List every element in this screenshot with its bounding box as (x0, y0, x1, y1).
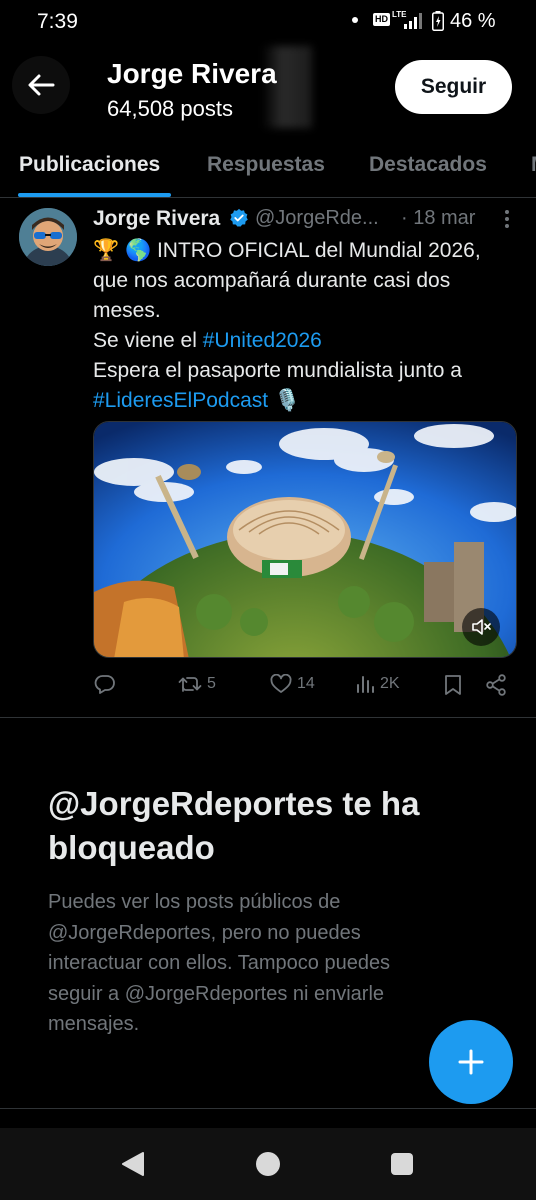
like-button[interactable]: 14 (270, 674, 315, 694)
views-count: 2K (380, 675, 400, 692)
blocked-notice-body: Puedes ver los posts públicos de @JorgeR… (48, 887, 488, 1040)
divider (0, 717, 536, 718)
volume-muted-icon (472, 619, 491, 635)
post-author-name[interactable]: Jorge Rivera (93, 207, 220, 231)
status-time: 7:39 (37, 10, 78, 33)
post-text-line: Espera el pasaporte mundialista junto a (93, 359, 462, 382)
post-date[interactable]: · 18 mar (401, 207, 475, 230)
post-text-line: 🏆 🌎 INTRO OFICIAL del Mundial 2026, (93, 239, 481, 262)
status-bar: 7:39 HD LTE 46 % (0, 0, 536, 44)
reply-button[interactable] (94, 674, 121, 694)
profile-name-title: Jorge Rivera (107, 58, 277, 89)
tab-destacados[interactable]: Destacados (369, 153, 487, 177)
profile-header: Jorge Rivera 64,508 posts Seguir (0, 44, 536, 136)
nav-back-triangle-icon[interactable] (121, 1151, 147, 1177)
nav-recents-square-icon[interactable] (391, 1153, 413, 1175)
follow-button[interactable]: Seguir (395, 60, 512, 114)
post-text-line: meses. (93, 299, 161, 322)
active-tab-indicator (18, 193, 171, 197)
share-icon[interactable] (485, 674, 507, 696)
post-count: 64,508 posts (107, 96, 233, 121)
views-button[interactable]: 2K (355, 674, 400, 694)
repost-count: 5 (207, 675, 216, 692)
system-navigation-bar (0, 1128, 536, 1200)
more-options-icon[interactable] (500, 208, 514, 230)
notification-dot-icon (352, 17, 358, 23)
blocked-body-line: @JorgeRdeportes, pero no puedes (48, 921, 361, 944)
blocked-title-line: @JorgeRdeportes te ha (48, 785, 420, 822)
blocked-body-line: seguir a @JorgeRdeportes ni enviarle (48, 982, 385, 1005)
blocked-notice-title: @JorgeRdeportes te ha bloqueado (48, 782, 508, 870)
post-actions: 5 14 2K (0, 672, 536, 700)
repost-button[interactable]: 5 (178, 674, 216, 694)
post-text: 🏆 🌎 INTRO OFICIAL del Mundial 2026, que … (93, 236, 523, 416)
tab-publicaciones[interactable]: Publicaciones (19, 153, 160, 177)
post-author-handle[interactable]: @JorgeRde... (255, 207, 379, 230)
repost-icon (178, 677, 202, 692)
blocked-body-line: Puedes ver los posts públicos de (48, 891, 341, 913)
post-text-fragment: Se viene el (93, 329, 203, 352)
signal-strength-icon (404, 13, 422, 29)
arrow-left-icon (28, 74, 55, 96)
compose-post-button[interactable] (429, 1020, 513, 1104)
reply-icon (94, 675, 115, 694)
heart-icon (270, 674, 292, 693)
back-button[interactable] (12, 56, 70, 114)
battery-percent: 46 % (450, 10, 496, 32)
like-count: 14 (297, 675, 315, 692)
profile-tabs: Publicaciones Respuestas Destacados M (0, 136, 536, 198)
avatar-image (19, 208, 77, 266)
avatar[interactable] (19, 208, 77, 266)
post-text-line: #LideresElPodcast 🎙️ (93, 386, 523, 416)
hd-voice-badge: HD (373, 13, 390, 26)
post-video[interactable] (93, 421, 517, 658)
post-text-line: Se viene el #United2026 (93, 326, 523, 356)
battery-icon (432, 11, 444, 31)
post-text-line: que nos acompañará durante casi dos (93, 269, 451, 292)
mute-toggle-button[interactable] (462, 608, 500, 646)
video-thumbnail (94, 422, 516, 657)
verified-badge-icon (230, 208, 248, 227)
blocked-title-line: bloqueado (48, 829, 215, 866)
blocked-body-line: interactuar con ellos. Tampoco puedes (48, 952, 391, 974)
plus-icon (458, 1049, 484, 1075)
divider (0, 1108, 536, 1109)
tab-respuestas[interactable]: Respuestas (207, 153, 325, 177)
tab-overflow[interactable]: M (531, 153, 536, 177)
hashtag-link[interactable]: #United2026 (203, 329, 322, 352)
nav-home-circle-icon[interactable] (256, 1152, 280, 1176)
microphone-emoji: 🎙️ (273, 389, 301, 412)
blocked-body-line: mensajes. (48, 1013, 140, 1035)
bookmark-icon[interactable] (444, 674, 462, 696)
views-bar-chart-icon (357, 676, 374, 693)
hashtag-link[interactable]: #LideresElPodcast (93, 389, 268, 412)
